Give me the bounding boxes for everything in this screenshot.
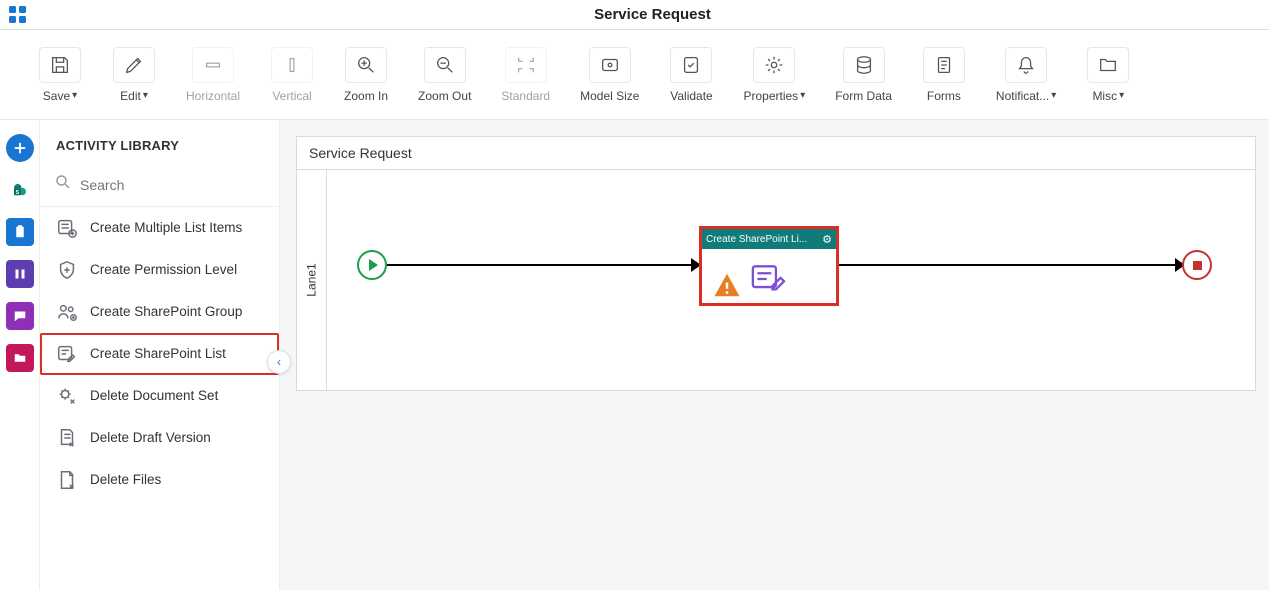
- zoom-in-button[interactable]: Zoom In: [336, 41, 396, 109]
- lane-label: Lane1: [305, 263, 319, 296]
- lib-item-delete-draft-version[interactable]: Delete Draft Version: [40, 417, 279, 459]
- lane-gutter: Lane1: [297, 170, 327, 390]
- canvas-title: Service Request: [297, 137, 1255, 170]
- lib-item-create-permission-level[interactable]: Create Permission Level: [40, 249, 279, 291]
- library-search[interactable]: [40, 167, 279, 207]
- app-header: Service Request: [0, 0, 1269, 30]
- rail-columns-button[interactable]: [6, 260, 34, 288]
- gear-icon[interactable]: ⚙: [822, 233, 832, 246]
- stop-icon: [1193, 261, 1202, 270]
- chevron-down-icon: ▾: [72, 90, 77, 101]
- rail-clipboard-button[interactable]: [6, 218, 34, 246]
- main-area: S ACTIVITY LIBRARY Create Multiple List …: [0, 120, 1269, 590]
- bell-icon: [1005, 47, 1047, 83]
- forms-icon: [923, 47, 965, 83]
- lib-item-delete-files[interactable]: Delete Files: [40, 459, 279, 501]
- model-size-button[interactable]: Model Size: [572, 41, 647, 109]
- vertical-icon: [271, 47, 313, 83]
- zoom-in-icon: [345, 47, 387, 83]
- activity-body: [702, 249, 836, 309]
- save-icon: [39, 47, 81, 83]
- form-data-button[interactable]: Form Data: [827, 41, 900, 109]
- lib-item-create-sharepoint-group[interactable]: Create SharePoint Group: [40, 291, 279, 333]
- activity-library-panel: ACTIVITY LIBRARY Create Multiple List It…: [40, 120, 280, 590]
- folder-icon: [1087, 47, 1129, 83]
- misc-button[interactable]: Misc▾: [1078, 41, 1138, 109]
- canvas-body[interactable]: Lane1 Create SharePoint Li... ⚙: [297, 170, 1255, 390]
- chevron-down-icon: ▾: [143, 90, 148, 101]
- library-list: Create Multiple List Items Create Permis…: [40, 207, 279, 590]
- model-size-icon: [589, 47, 631, 83]
- validate-icon: [670, 47, 712, 83]
- notifications-button[interactable]: Notificat...▾: [988, 41, 1064, 109]
- rail-folder-button[interactable]: [6, 344, 34, 372]
- list-edit-icon: [54, 341, 80, 367]
- chevron-left-icon: ‹: [277, 355, 281, 369]
- app-logo[interactable]: [0, 5, 36, 25]
- zoom-out-icon: [424, 47, 466, 83]
- shield-plus-icon: [54, 257, 80, 283]
- chevron-down-icon: ▾: [1119, 90, 1124, 101]
- standard-icon: [505, 47, 547, 83]
- flow-connector[interactable]: [839, 264, 1183, 266]
- lib-item-delete-document-set[interactable]: Delete Document Set: [40, 375, 279, 417]
- file-x-icon: [54, 467, 80, 493]
- canvas-area[interactable]: Service Request Lane1 Create SharePoi: [280, 120, 1269, 590]
- activity-create-sharepoint-list[interactable]: Create SharePoint Li... ⚙: [699, 226, 839, 306]
- rail-sharepoint-button[interactable]: S: [6, 176, 34, 204]
- search-icon: [54, 173, 72, 196]
- forms-button[interactable]: Forms: [914, 41, 974, 109]
- end-node[interactable]: [1182, 250, 1212, 280]
- file-delete-icon: [54, 425, 80, 451]
- start-node[interactable]: [357, 250, 387, 280]
- gear-icon: [753, 47, 795, 83]
- chevron-down-icon: ▾: [800, 90, 805, 101]
- side-rail: S: [0, 120, 40, 590]
- lane[interactable]: Create SharePoint Li... ⚙: [327, 170, 1255, 390]
- standard-button: Standard: [493, 41, 558, 109]
- activity-title: Create SharePoint Li...: [706, 234, 807, 245]
- gear-delete-icon: [54, 383, 80, 409]
- lib-item-create-multiple-list-items[interactable]: Create Multiple List Items: [40, 207, 279, 249]
- zoom-out-button[interactable]: Zoom Out: [410, 41, 479, 109]
- search-input[interactable]: [80, 177, 265, 193]
- lib-item-create-sharepoint-list[interactable]: Create SharePoint List: [40, 333, 279, 375]
- process-canvas: Service Request Lane1 Create SharePoi: [296, 136, 1256, 391]
- warning-icon: [708, 270, 746, 305]
- rail-chat-button[interactable]: [6, 302, 34, 330]
- horizontal-button: Horizontal: [178, 41, 248, 109]
- list-plus-icon: [54, 215, 80, 241]
- svg-text:S: S: [15, 190, 19, 196]
- save-button[interactable]: Save▾: [30, 41, 90, 109]
- edit-button[interactable]: Edit▾: [104, 41, 164, 109]
- edit-icon: [113, 47, 155, 83]
- vertical-button: Vertical: [262, 41, 322, 109]
- collapse-library-button[interactable]: ‹: [267, 350, 291, 374]
- flow-connector[interactable]: [387, 264, 699, 266]
- play-icon: [369, 259, 378, 271]
- horizontal-icon: [192, 47, 234, 83]
- validate-button[interactable]: Validate: [661, 41, 721, 109]
- rail-add-button[interactable]: [6, 134, 34, 162]
- toolbar: Save▾ Edit▾ Horizontal Vertical Zoom In …: [0, 30, 1269, 120]
- chevron-down-icon: ▾: [1051, 90, 1056, 101]
- activity-titlebar: Create SharePoint Li... ⚙: [702, 229, 836, 249]
- properties-button[interactable]: Properties▾: [735, 41, 813, 109]
- group-plus-icon: [54, 299, 80, 325]
- page-title: Service Request: [36, 6, 1269, 23]
- library-title: ACTIVITY LIBRARY: [40, 120, 279, 167]
- database-icon: [843, 47, 885, 83]
- list-edit-icon: [750, 264, 788, 294]
